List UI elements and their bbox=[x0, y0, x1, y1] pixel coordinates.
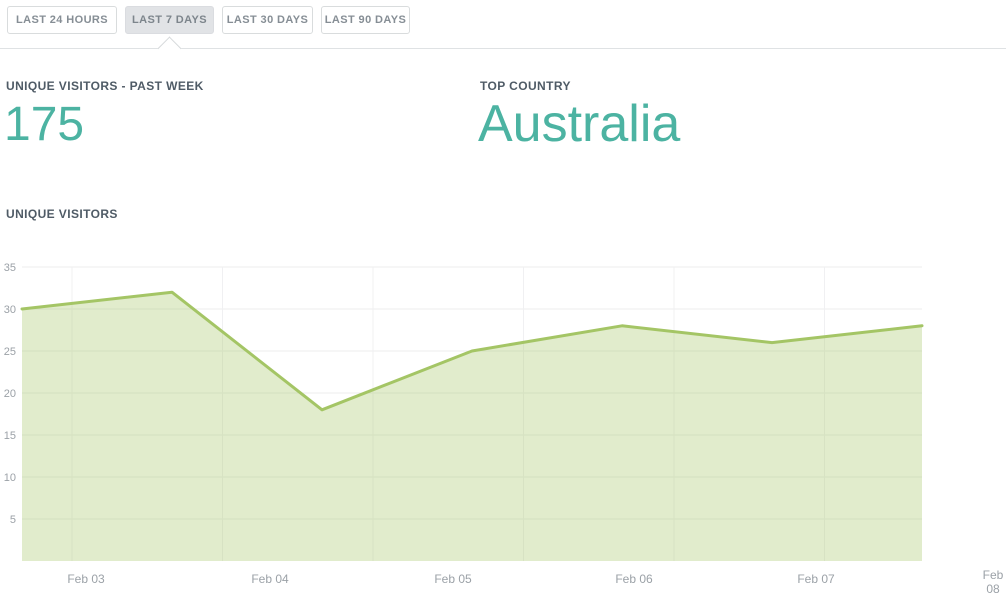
top-country-label: TOP COUNTRY bbox=[480, 79, 571, 93]
active-tab-pointer bbox=[157, 36, 181, 60]
area-chart-svg: 5 10 15 20 25 30 35 Feb 03 Feb 04 Feb 05 Feb 06 Feb… bbox=[0, 240, 1006, 606]
chart-title: UNIQUE VISITORS bbox=[6, 207, 118, 221]
top-country-value: Australia bbox=[478, 98, 680, 150]
tab-last-90-days[interactable]: LAST 90 DAYS bbox=[321, 6, 410, 34]
x-axis-label: Feb 05 bbox=[434, 572, 472, 586]
toolbar-divider bbox=[0, 48, 1006, 49]
analytics-dashboard: LAST 24 HOURS LAST 7 DAYS LAST 30 DAYS L… bbox=[0, 0, 1006, 606]
tab-last-7-days[interactable]: LAST 7 DAYS bbox=[125, 6, 214, 34]
x-axis-label: Feb 06 bbox=[615, 572, 653, 586]
unique-visitors-past-week-value: 175 bbox=[4, 101, 84, 149]
y-axis-tick-label: 30 bbox=[4, 304, 16, 316]
x-axis-label: Feb 03 bbox=[67, 572, 105, 586]
area-fill bbox=[22, 292, 922, 561]
time-range-tabbar: LAST 24 HOURS LAST 7 DAYS LAST 30 DAYS L… bbox=[7, 6, 410, 34]
y-axis-tick-label: 25 bbox=[4, 346, 16, 358]
tab-last-24-hours[interactable]: LAST 24 HOURS bbox=[7, 6, 117, 34]
y-axis-tick-label: 10 bbox=[4, 472, 16, 484]
y-axis-tick-label: 15 bbox=[4, 430, 16, 442]
x-axis-label: Feb 07 bbox=[797, 572, 835, 586]
y-axis-tick-label: 5 bbox=[10, 514, 16, 526]
y-axis-tick-label: 20 bbox=[4, 388, 16, 400]
unique-visitors-past-week-label: UNIQUE VISITORS - PAST WEEK bbox=[6, 79, 204, 93]
tab-last-30-days[interactable]: LAST 30 DAYS bbox=[222, 6, 313, 34]
x-axis-label: Feb08 bbox=[983, 568, 1004, 596]
y-axis-tick-label: 35 bbox=[4, 262, 16, 274]
unique-visitors-chart: 5 10 15 20 25 30 35 Feb 03 Feb 04 Feb 05 Feb 06 Feb… bbox=[0, 240, 1006, 606]
x-axis-label: Feb 04 bbox=[251, 572, 289, 586]
